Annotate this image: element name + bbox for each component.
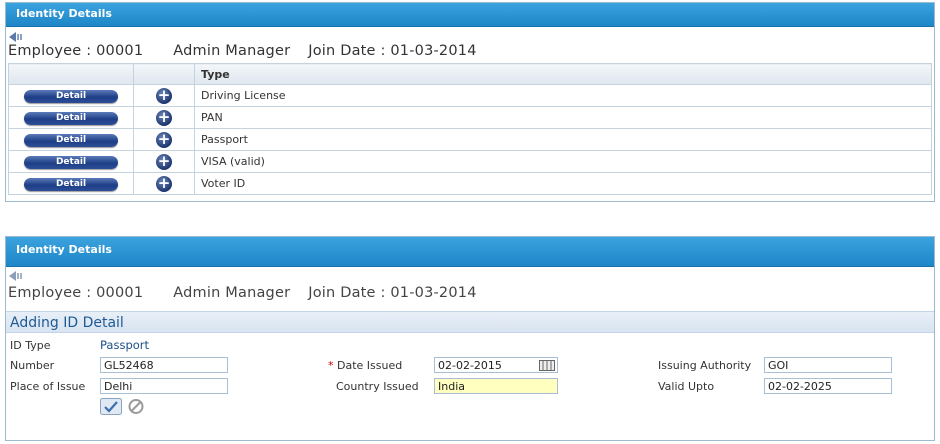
id-type-table: Type Detail + Driving License Detail + P… bbox=[8, 63, 932, 195]
add-icon[interactable]: + bbox=[156, 175, 172, 192]
number-label: Number bbox=[10, 359, 55, 372]
table-header-row: Type bbox=[8, 63, 932, 85]
issuing-authority-field[interactable]: GOI bbox=[764, 357, 892, 373]
employee-info: Employee : 00001 Admin Manager Join Date :… bbox=[8, 43, 477, 59]
id-type-cell: Voter ID bbox=[194, 172, 932, 195]
date-issued-field[interactable]: 02-02-2015 bbox=[434, 357, 558, 373]
panel-title: Identity Details bbox=[6, 3, 934, 27]
employee-info: Employee : 00001 Admin Manager Join Date :… bbox=[8, 285, 477, 301]
back-icon[interactable] bbox=[9, 31, 27, 43]
cancel-icon[interactable] bbox=[126, 398, 146, 415]
place-of-issue-label: Place of Issue bbox=[10, 380, 86, 393]
save-check-icon[interactable] bbox=[100, 398, 122, 415]
table-row: Detail + Driving License bbox=[8, 84, 932, 107]
employee-id: Employee : 00001 bbox=[8, 285, 144, 301]
detail-button[interactable]: Detail bbox=[24, 112, 118, 125]
id-type-cell: Passport bbox=[194, 128, 932, 151]
number-field[interactable]: GL52468 bbox=[100, 357, 228, 373]
id-type-cell: VISA (valid) bbox=[194, 150, 932, 173]
detail-button[interactable]: Detail bbox=[24, 156, 118, 169]
country-issued-label: Country Issued bbox=[336, 380, 419, 393]
valid-upto-field[interactable]: 02-02-2025 bbox=[764, 378, 892, 394]
employee-id: Employee : 00001 bbox=[8, 43, 144, 59]
identity-details-list-panel: Identity Details Employee : 00001 Admin M… bbox=[5, 2, 935, 202]
table-header bbox=[8, 63, 134, 85]
table-row: Detail + Voter ID bbox=[8, 172, 932, 195]
id-type-value: Passport bbox=[100, 338, 150, 352]
id-type-cell: Driving License bbox=[194, 84, 932, 107]
detail-button[interactable]: Detail bbox=[24, 134, 118, 147]
place-of-issue-field[interactable]: Delhi bbox=[100, 378, 228, 394]
add-icon[interactable]: + bbox=[156, 153, 172, 170]
id-type-label: ID Type bbox=[10, 339, 51, 352]
add-icon[interactable]: + bbox=[156, 87, 172, 104]
employee-role: Admin Manager bbox=[173, 43, 291, 59]
calendar-icon[interactable] bbox=[539, 360, 555, 371]
join-date: Join Date : 01-03-2014 bbox=[308, 285, 477, 301]
detail-button[interactable]: Detail bbox=[24, 90, 118, 103]
section-title: Adding ID Detail bbox=[6, 311, 934, 333]
country-issued-field[interactable]: India bbox=[434, 378, 558, 394]
id-type-cell: PAN bbox=[194, 106, 932, 129]
table-row: Detail + VISA (valid) bbox=[8, 150, 932, 173]
table-header-type: Type bbox=[194, 63, 932, 85]
employee-role: Admin Manager bbox=[173, 285, 291, 301]
adding-id-detail-panel: Identity Details Employee : 00001 Admin M… bbox=[5, 236, 935, 441]
table-row: Detail + PAN bbox=[8, 106, 932, 129]
table-header bbox=[133, 63, 195, 85]
date-issued-label: * Date Issued bbox=[328, 359, 402, 372]
date-issued-label-text: Date Issued bbox=[337, 359, 403, 372]
valid-upto-label: Valid Upto bbox=[658, 380, 715, 393]
required-marker: * bbox=[328, 359, 337, 372]
panel-title: Identity Details bbox=[6, 237, 934, 267]
join-date: Join Date : 01-03-2014 bbox=[308, 43, 477, 59]
back-icon[interactable] bbox=[9, 270, 27, 282]
table-row: Detail + Passport bbox=[8, 128, 932, 151]
date-issued-value: 02-02-2015 bbox=[438, 359, 502, 372]
issuing-authority-label: Issuing Authority bbox=[658, 359, 752, 372]
add-icon[interactable]: + bbox=[156, 109, 172, 126]
detail-button[interactable]: Detail bbox=[24, 178, 118, 191]
add-icon[interactable]: + bbox=[156, 131, 172, 148]
